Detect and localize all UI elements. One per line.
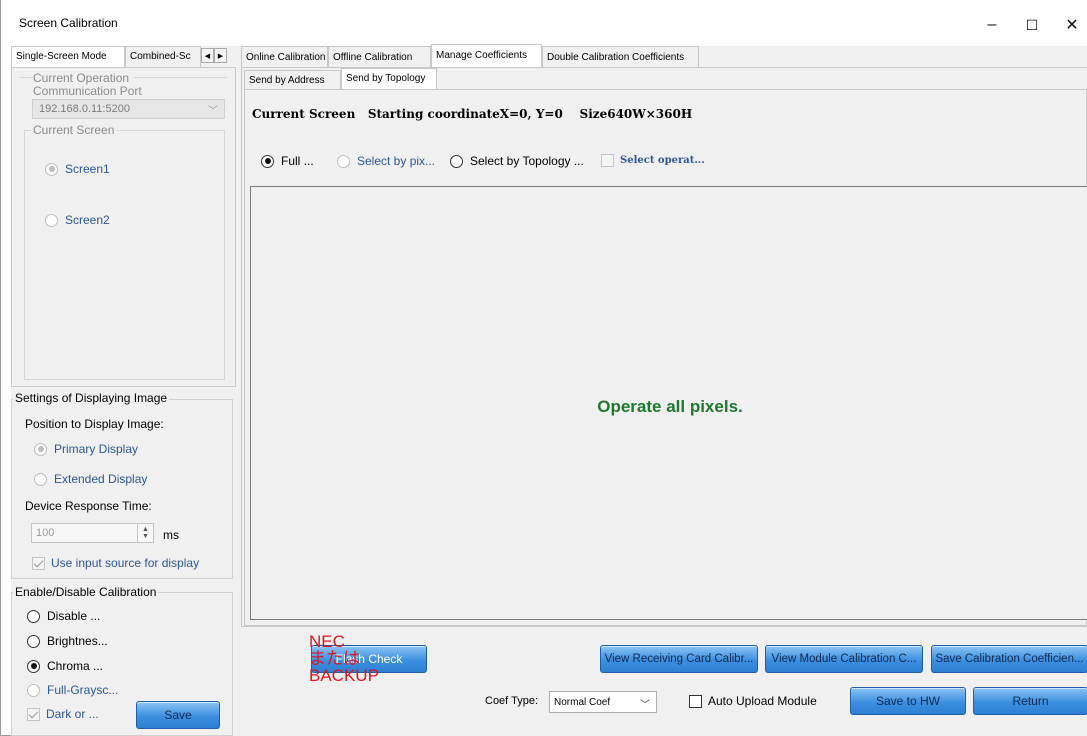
communication-port-value: 192.168.0.11:5200 bbox=[39, 103, 130, 115]
view-module-calibration-button[interactable]: View Module Calibration C... bbox=[765, 645, 923, 673]
select-operate-label: Select operat... bbox=[620, 155, 705, 166]
response-time-unit: ms bbox=[163, 528, 179, 542]
save-to-hw-button[interactable]: Save to HW bbox=[850, 687, 966, 715]
tab-combined-screen[interactable]: Combined-Sc bbox=[125, 46, 201, 68]
current-screen-info: Current Screen Starting coordinateX=0, Y… bbox=[252, 107, 693, 121]
save-button[interactable]: Save bbox=[136, 701, 220, 729]
title-bar: Screen Calibration – ☐ ✕ bbox=[1, 0, 1087, 46]
save-calibration-coefficients-button[interactable]: Save Calibration Coefficien... bbox=[931, 645, 1087, 673]
checkbox-icon bbox=[689, 694, 702, 708]
primary-display-radio[interactable]: Primary Display bbox=[34, 442, 138, 456]
annotation-text: NEC または BACKUP bbox=[309, 632, 379, 685]
tab-send-by-address[interactable]: Send by Address bbox=[244, 70, 341, 90]
tab-manage-coefficients[interactable]: Manage Coefficients bbox=[431, 44, 542, 68]
auto-upload-module-label: Auto Upload Module bbox=[708, 694, 817, 708]
current-screen-label: Current Screen bbox=[31, 123, 117, 137]
display-settings-label: Settings of Displaying Image bbox=[13, 391, 170, 405]
tab-offline-calibration[interactable]: Offline Calibration bbox=[328, 46, 431, 68]
operate-all-pixels-message: Operate all pixels. bbox=[597, 397, 743, 416]
communication-port-label: Communication Port bbox=[33, 84, 142, 98]
select-by-topology-radio[interactable]: Select by Topology ... bbox=[450, 154, 584, 168]
radio-icon bbox=[45, 213, 58, 227]
coef-type-value: Normal Coef bbox=[554, 697, 611, 708]
coef-type-select[interactable]: Normal Coef ﹀ bbox=[549, 691, 657, 713]
window-title: Screen Calibration bbox=[19, 16, 118, 30]
return-button[interactable]: Return bbox=[973, 687, 1087, 715]
full-label: Full ... bbox=[281, 154, 314, 168]
select-by-topology-label: Select by Topology ... bbox=[470, 154, 584, 168]
dark-or-checkbox[interactable]: Dark or ... bbox=[27, 707, 99, 721]
left-tab-strip: Single-Screen Mode Combined-Sc ◀ ▶ bbox=[11, 46, 236, 68]
radio-icon bbox=[27, 659, 40, 673]
coef-type-label: Coef Type: bbox=[485, 695, 538, 707]
chevron-down-icon: ﹀ bbox=[640, 700, 650, 711]
chroma-label: Chroma ... bbox=[47, 659, 104, 673]
tab-scroll-arrows: ◀ ▶ bbox=[201, 48, 227, 63]
full-grayscale-radio[interactable]: Full-Graysc... bbox=[27, 683, 118, 697]
scroll-left-icon[interactable]: ◀ bbox=[201, 48, 214, 63]
current-operation-label: Current Operation bbox=[33, 71, 134, 85]
communication-port-select[interactable]: 192.168.0.11:5200 ﹀ bbox=[32, 99, 225, 119]
screen2-radio[interactable]: Screen2 bbox=[45, 213, 110, 227]
radio-icon bbox=[34, 442, 47, 456]
tab-online-calibration[interactable]: Online Calibration bbox=[241, 46, 328, 68]
select-by-pixel-label: Select by pix... bbox=[357, 154, 436, 168]
full-grayscale-label: Full-Graysc... bbox=[47, 683, 119, 697]
screen1-label: Screen1 bbox=[65, 162, 110, 176]
close-icon[interactable]: ✕ bbox=[1057, 10, 1087, 40]
response-time-label: Device Response Time: bbox=[25, 499, 152, 513]
select-operate-checkbox[interactable]: Select operat... bbox=[601, 154, 705, 167]
brightness-label: Brightnes... bbox=[47, 634, 108, 648]
checkbox-icon bbox=[27, 707, 40, 721]
radio-icon bbox=[27, 683, 40, 697]
chroma-radio[interactable]: Chroma ... bbox=[27, 659, 103, 673]
radio-icon bbox=[337, 154, 350, 168]
calibration-window: Screen Calibration – ☐ ✕ Single-Screen M… bbox=[0, 0, 1087, 736]
use-input-source-label: Use input source for display bbox=[51, 556, 200, 570]
extended-display-radio[interactable]: Extended Display bbox=[34, 472, 147, 486]
radio-icon bbox=[34, 472, 47, 486]
radio-icon bbox=[45, 162, 58, 176]
brightness-radio[interactable]: Brightnes... bbox=[27, 634, 108, 648]
radio-icon bbox=[450, 154, 463, 168]
use-input-source-checkbox[interactable]: Use input source for display bbox=[32, 556, 199, 570]
spinner-arrows-icon: ▲ ▼ bbox=[137, 524, 153, 542]
response-time-spinner[interactable]: 100 ▲ ▼ bbox=[31, 523, 154, 543]
disable-radio[interactable]: Disable ... bbox=[27, 609, 100, 623]
view-receiving-card-button[interactable]: View Receiving Card Calibr... bbox=[600, 645, 758, 673]
tab-send-by-topology[interactable]: Send by Topology bbox=[341, 68, 437, 90]
radio-icon bbox=[27, 634, 40, 648]
primary-display-label: Primary Display bbox=[54, 442, 139, 456]
checkbox-icon bbox=[32, 556, 45, 570]
left-panel: Current Operation Communication Port 192… bbox=[11, 67, 236, 387]
dark-or-label: Dark or ... bbox=[46, 707, 99, 721]
minimize-icon[interactable]: – bbox=[977, 10, 1007, 40]
tab-single-screen-mode[interactable]: Single-Screen Mode bbox=[11, 46, 125, 68]
maximize-icon[interactable]: ☐ bbox=[1017, 10, 1047, 40]
extended-display-label: Extended Display bbox=[54, 472, 148, 486]
position-label: Position to Display Image: bbox=[25, 417, 164, 431]
response-time-value: 100 bbox=[36, 527, 55, 539]
disable-label: Disable ... bbox=[47, 609, 101, 623]
calibration-label: Enable/Disable Calibration bbox=[13, 585, 159, 599]
select-by-pixel-radio[interactable]: Select by pix... bbox=[337, 154, 435, 168]
chevron-down-icon: ﹀ bbox=[208, 106, 218, 117]
checkbox-icon bbox=[601, 154, 614, 167]
screen1-radio[interactable]: Screen1 bbox=[45, 162, 110, 176]
scroll-right-icon[interactable]: ▶ bbox=[214, 48, 227, 63]
radio-icon bbox=[261, 154, 274, 168]
manage-coefficients-panel: Send by Address Send by Topology Current… bbox=[241, 67, 1087, 627]
full-radio[interactable]: Full ... bbox=[261, 154, 314, 168]
tab-double-calibration-coefficients[interactable]: Double Calibration Coefficients bbox=[542, 46, 699, 68]
screen2-label: Screen2 bbox=[65, 213, 110, 227]
client-area: Single-Screen Mode Combined-Sc ◀ ▶ Curre… bbox=[11, 44, 1087, 736]
radio-icon bbox=[27, 609, 40, 623]
topology-canvas[interactable]: Operate all pixels. bbox=[250, 186, 1087, 620]
send-by-topology-panel: Current Screen Starting coordinateX=0, Y… bbox=[244, 89, 1087, 626]
auto-upload-module-checkbox[interactable]: Auto Upload Module bbox=[689, 694, 817, 708]
